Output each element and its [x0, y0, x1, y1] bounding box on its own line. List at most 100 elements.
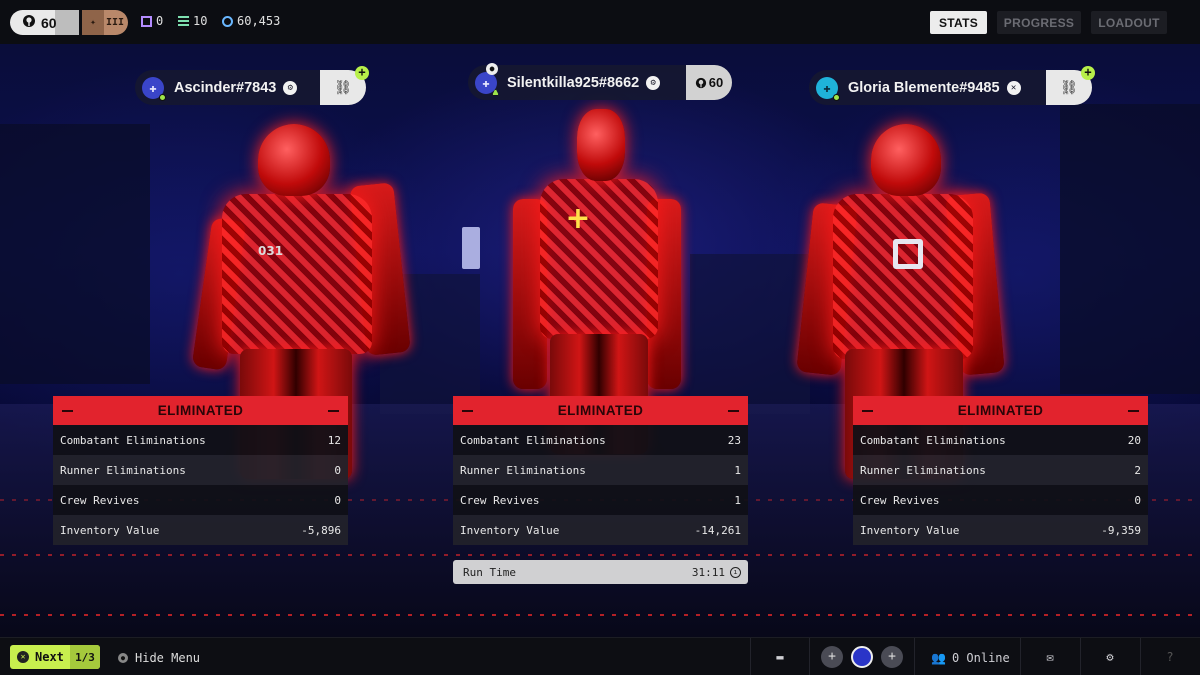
stat-label: Runner Eliminations: [860, 463, 986, 477]
status-label: ELIMINATED: [157, 403, 244, 418]
background-wall: [0, 124, 150, 384]
stat-value: 2: [1134, 463, 1141, 477]
minus-icon: [862, 409, 873, 412]
stack-icon: [178, 15, 189, 27]
background-wall: [690, 254, 810, 414]
page-counter: 1/3: [70, 645, 100, 669]
stat-label: Inventory Value: [460, 523, 560, 537]
add-friend-icon[interactable]: +: [355, 66, 369, 80]
stat-value: -14,261: [694, 523, 741, 537]
currency-0: 0: [141, 14, 163, 28]
match-scene: 031 +: [0, 44, 1200, 637]
square-token-icon: [141, 15, 152, 27]
settings-gear-icon[interactable]: ⚙: [1103, 650, 1117, 664]
status-label: ELIMINATED: [557, 403, 644, 418]
online-status-dot: [833, 93, 840, 101]
stat-label: Inventory Value: [60, 523, 160, 537]
currency-value: 0: [156, 14, 164, 28]
stat-row: Runner Eliminations 0: [53, 455, 348, 485]
currency-value: 10: [193, 14, 208, 28]
stat-label: Combatant Eliminations: [460, 433, 606, 447]
player-name: Gloria Blemente#9485: [848, 79, 1000, 96]
bottom-bar: ✕ Next 1/3 ● Hide Menu ▬ + + 👥 0 Online …: [0, 637, 1200, 675]
rank-emblem-icon: ✦: [82, 10, 104, 35]
stat-value: 0: [334, 493, 341, 507]
stat-value: 0: [1134, 493, 1141, 507]
party-self-avatar[interactable]: [851, 646, 873, 668]
stat-label: Combatant Eliminations: [860, 433, 1006, 447]
leader-indicator-icon: [492, 88, 499, 96]
stat-row: Crew Revives 0: [53, 485, 348, 515]
player-stats-card-3: ELIMINATED Combatant Eliminations 20 Runn…: [853, 396, 1148, 545]
hide-menu-label: Hide Menu: [135, 651, 201, 665]
steam-icon: ⚙: [283, 80, 298, 95]
player-name: Ascinder#7843: [174, 79, 277, 96]
light-panel: [462, 227, 480, 269]
stat-value: 1: [734, 493, 741, 507]
stat-row: Inventory Value -5,896: [53, 515, 348, 545]
stat-row: Combatant Eliminations 20: [853, 425, 1148, 455]
player-tag-2: ✚ ● Silentkilla925#8662 ⚙ 60: [468, 63, 732, 100]
player-level: 60: [708, 75, 724, 90]
microphone-icon: ●: [486, 63, 498, 75]
tab-progress[interactable]: PROGRESS: [997, 11, 1081, 34]
rank-label: III: [105, 17, 125, 28]
player-level: 60: [41, 14, 57, 31]
online-label: 0 Online: [951, 651, 1010, 665]
avatar[interactable]: ✚: [142, 76, 166, 101]
party-slot-add-icon[interactable]: +: [881, 646, 903, 668]
stat-value: 0: [334, 463, 341, 477]
floor-grid-line: [0, 554, 1200, 556]
stat-value: -9,359: [1101, 523, 1141, 537]
stat-label: Crew Revives: [860, 493, 940, 507]
player-stats-card-2: ELIMINATED Combatant Eliminations 23 Runn…: [453, 396, 748, 545]
stat-label: Runner Eliminations: [60, 463, 186, 477]
help-icon[interactable]: ?: [1163, 650, 1177, 664]
link-icon: ⛓: [1060, 79, 1078, 96]
floor-grid-line: [0, 614, 1200, 616]
stat-row: Runner Eliminations 1: [453, 455, 748, 485]
stat-label: Combatant Eliminations: [60, 433, 206, 447]
party-slot-add-icon[interactable]: +: [821, 646, 843, 668]
top-bar: 60 ✦ III 0 10 60,453 STATS PROGRESS LOAD…: [0, 0, 1200, 44]
divider: [1020, 638, 1021, 675]
status-label: ELIMINATED: [957, 403, 1044, 418]
hide-menu-button[interactable]: ● Hide Menu: [118, 651, 200, 665]
player-level-badge: 60: [686, 65, 732, 100]
stat-value: 12: [327, 433, 341, 447]
stat-label: Inventory Value: [860, 523, 960, 537]
background-wall: [1060, 104, 1200, 394]
mail-icon[interactable]: ✉: [1043, 650, 1057, 664]
online-friends[interactable]: 👥 0 Online: [931, 651, 1010, 665]
stat-value: 1: [734, 463, 741, 477]
link-icon: ⛓: [334, 79, 352, 96]
run-time-bar: Run Time 31:11 ı: [453, 560, 748, 584]
currency-value: 60,453: [237, 14, 281, 28]
add-friend-icon[interactable]: +: [1081, 66, 1095, 80]
player-tag-3: ✚ Gloria Blemente#9485 ✕ ⛓ +: [809, 66, 1095, 105]
divider: [1140, 638, 1141, 675]
online-status-dot: [159, 93, 166, 101]
tab-loadout[interactable]: LOADOUT: [1091, 11, 1167, 34]
b-button-icon: ●: [118, 653, 128, 663]
status-header: ELIMINATED: [853, 396, 1148, 425]
xbox-icon: ✕: [1006, 80, 1021, 95]
player-level-pill[interactable]: 60: [10, 10, 79, 35]
tab-stats[interactable]: STATS: [930, 11, 987, 34]
run-time-label: Run Time: [463, 565, 516, 579]
stat-label: Runner Eliminations: [460, 463, 586, 477]
stat-label: Crew Revives: [60, 493, 140, 507]
minus-icon: [728, 409, 739, 412]
minus-icon: [462, 409, 473, 412]
next-button[interactable]: ✕ Next 1/3: [10, 645, 100, 669]
stat-value: 20: [1127, 433, 1141, 447]
stat-row: Crew Revives 0: [853, 485, 1148, 515]
minus-icon: [62, 409, 73, 412]
rank-badge[interactable]: ✦ III: [82, 10, 128, 35]
chat-icon[interactable]: ▬: [773, 650, 787, 664]
avatar[interactable]: ✚: [816, 76, 840, 101]
stat-row: Inventory Value -14,261: [453, 515, 748, 545]
player-stats-card-1: ELIMINATED Combatant Eliminations 12 Runn…: [53, 396, 348, 545]
divider: [914, 638, 915, 675]
avatar[interactable]: ✚: [475, 71, 499, 96]
